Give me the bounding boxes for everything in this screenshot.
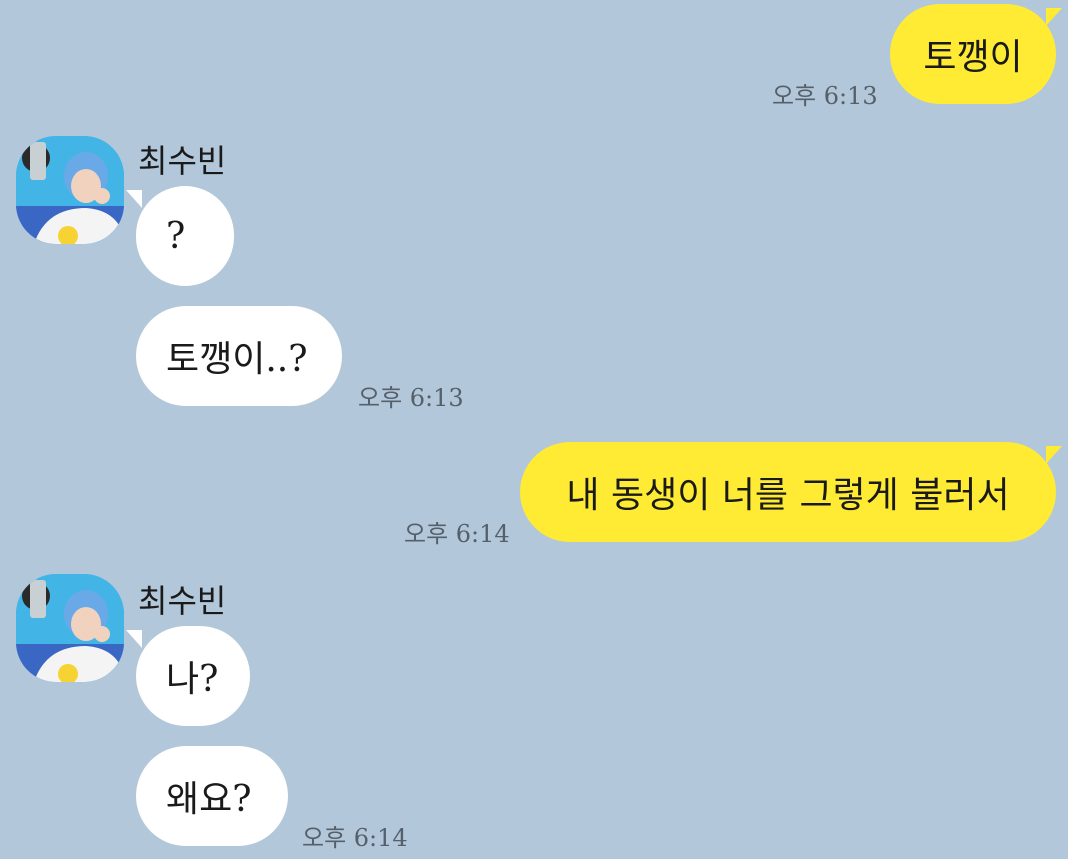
bubble-tail [126,630,142,648]
message-timestamp: 오후 6:13 [772,82,878,110]
avatar-photo-icon [16,574,124,682]
contact-avatar[interactable] [16,136,124,244]
message-text: ? [166,215,186,257]
message-text: 나? [166,659,219,700]
bubble-tail [126,190,142,208]
message-text: 내 동생이 너를 그렇게 불러서 [566,475,1010,516]
contact-name: 최수빈 [138,142,227,180]
bubble-tail [1046,8,1062,26]
message-timestamp: 오후 6:13 [358,384,464,412]
message-text: 토깽이..? [166,339,308,380]
my-message-bubble[interactable]: 내 동생이 너를 그렇게 불러서 [520,442,1056,542]
contact-avatar[interactable] [16,574,124,682]
their-message-bubble[interactable]: 나? [136,626,250,726]
message-timestamp: 오후 6:14 [302,824,408,852]
message-text: 왜요? [166,779,252,820]
contact-name: 최수빈 [138,582,227,620]
avatar-photo-icon [16,136,124,244]
my-message-bubble[interactable]: 토깽이 [890,4,1056,104]
bubble-tail [1046,446,1062,464]
message-timestamp: 오후 6:14 [404,520,510,548]
message-text: 토깽이 [923,37,1023,78]
their-message-bubble[interactable]: ? [136,186,234,286]
their-message-bubble[interactable]: 토깽이..? [136,306,342,406]
their-message-bubble[interactable]: 왜요? [136,746,288,846]
